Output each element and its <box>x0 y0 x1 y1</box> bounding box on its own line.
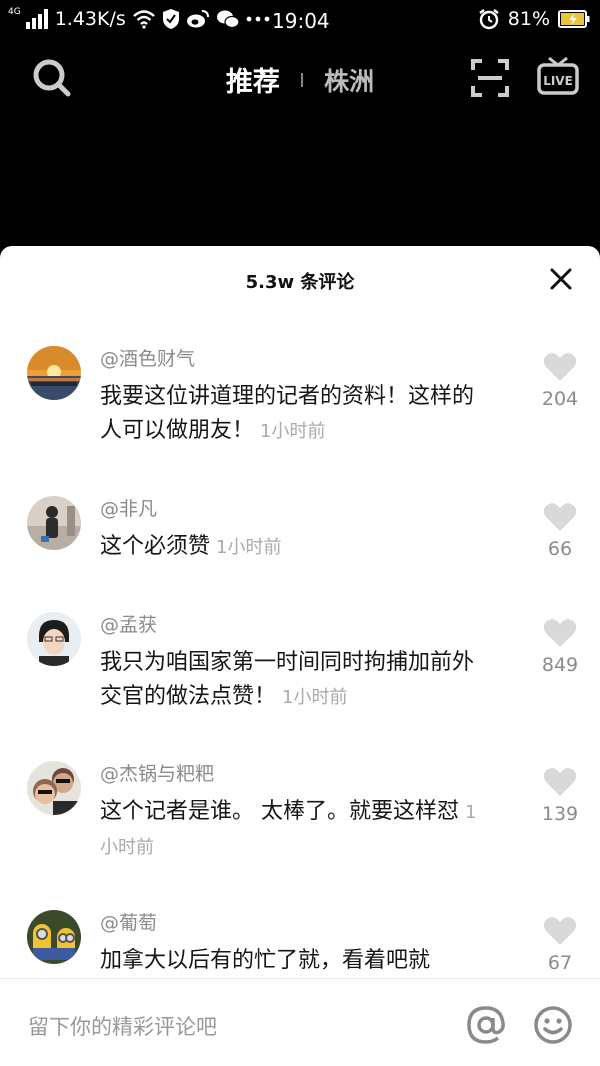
svg-text:LIVE: LIVE <box>543 74 573 88</box>
like-count: 66 <box>547 538 573 560</box>
like-button[interactable]: 849 <box>536 618 584 676</box>
avatar[interactable] <box>27 346 81 400</box>
emoji-icon[interactable] <box>533 1005 573 1045</box>
close-icon[interactable] <box>548 266 574 292</box>
top-nav: 推荐 株洲 LIVE <box>0 44 600 114</box>
live-icon[interactable]: LIVE <box>537 54 579 98</box>
heart-icon[interactable] <box>543 502 577 532</box>
heart-icon[interactable] <box>543 618 577 648</box>
heart-icon[interactable] <box>543 352 577 382</box>
comment-username[interactable]: @葡萄 <box>100 908 157 935</box>
comment-input-bar[interactable]: 留下你的精彩评论吧 <box>0 978 600 1066</box>
comment-time: 1小时前 <box>282 687 348 708</box>
comment-body: 这个必须赞 <box>100 534 211 559</box>
like-button[interactable]: 67 <box>536 916 584 974</box>
network-type: 4G <box>8 7 21 17</box>
comments-header: 5.3w 条评论 <box>0 246 600 314</box>
like-count: 204 <box>541 388 579 410</box>
comment-body: 这个记者是谁。 太棒了。就要这样怼 <box>100 799 459 824</box>
shield-icon <box>162 9 179 29</box>
comment-input[interactable]: 留下你的精彩评论吧 <box>28 1011 217 1041</box>
comment-time: 1小时前 <box>260 421 326 442</box>
status-time: 19:04 <box>272 9 330 33</box>
tab-recommended[interactable]: 推荐 <box>226 60 280 99</box>
avatar[interactable] <box>27 612 81 666</box>
comment-username[interactable]: @孟获 <box>100 610 157 637</box>
comment-text: 我要这位讲道理的记者的资料！这样的人可以做朋友！ 1小时前 <box>100 380 490 449</box>
comment-text: 这个必须赞 1小时前 <box>100 530 490 565</box>
status-left: 4G 1.43K/s <box>8 7 270 30</box>
like-button[interactable]: 66 <box>536 502 584 560</box>
heart-icon[interactable] <box>543 916 577 946</box>
more-dots-icon <box>246 16 270 22</box>
like-count: 849 <box>541 654 579 676</box>
comment-text: 这个记者是谁。 太棒了。就要这样怼 1小时前 <box>100 795 490 865</box>
comments-count-title: 5.3w 条评论 <box>245 272 355 293</box>
weibo-icon <box>186 10 209 28</box>
comments-sheet: 5.3w 条评论 @酒色财气 我要这位讲道理的记者的资料！这样的人可以做朋友！ 1… <box>0 246 600 1066</box>
heart-icon[interactable] <box>543 767 577 797</box>
mention-icon[interactable] <box>466 1005 506 1045</box>
avatar[interactable] <box>27 910 81 964</box>
wifi-icon <box>132 10 155 29</box>
comment-body: 加拿大以后有的忙了就，看着吧就 <box>100 948 431 973</box>
comment-username[interactable]: @酒色财气 <box>100 344 195 371</box>
status-bar: 4G 1.43K/s 19:04 81% <box>0 0 600 44</box>
avatar[interactable] <box>27 761 81 815</box>
alarm-icon <box>479 9 499 30</box>
tab-location[interactable]: 株洲 <box>324 62 374 98</box>
wechat-icon <box>216 10 240 29</box>
nav-tabs: 推荐 株洲 <box>0 60 600 99</box>
like-count: 139 <box>541 803 579 825</box>
comment-text: 我只为咱国家第一时间同时拘捕加前外交官的做法点赞！ 1小时前 <box>100 646 490 715</box>
signal-icon <box>25 9 48 29</box>
battery-icon <box>558 10 590 28</box>
comment-username[interactable]: @杰锅与粑粑 <box>100 759 214 786</box>
network-speed: 1.43K/s <box>54 8 126 30</box>
status-right: 81% <box>478 8 590 30</box>
comment-time: 1小时前 <box>216 537 282 558</box>
comment-username[interactable]: @非凡 <box>100 494 157 521</box>
avatar[interactable] <box>27 496 81 550</box>
like-count: 67 <box>547 952 573 974</box>
like-button[interactable]: 204 <box>536 352 584 410</box>
tab-divider <box>300 72 303 87</box>
battery-percent: 81% <box>507 8 550 30</box>
comment-text: 加拿大以后有的忙了就，看着吧就 <box>100 944 490 978</box>
like-button[interactable]: 139 <box>536 767 584 825</box>
scan-icon[interactable] <box>470 58 510 98</box>
